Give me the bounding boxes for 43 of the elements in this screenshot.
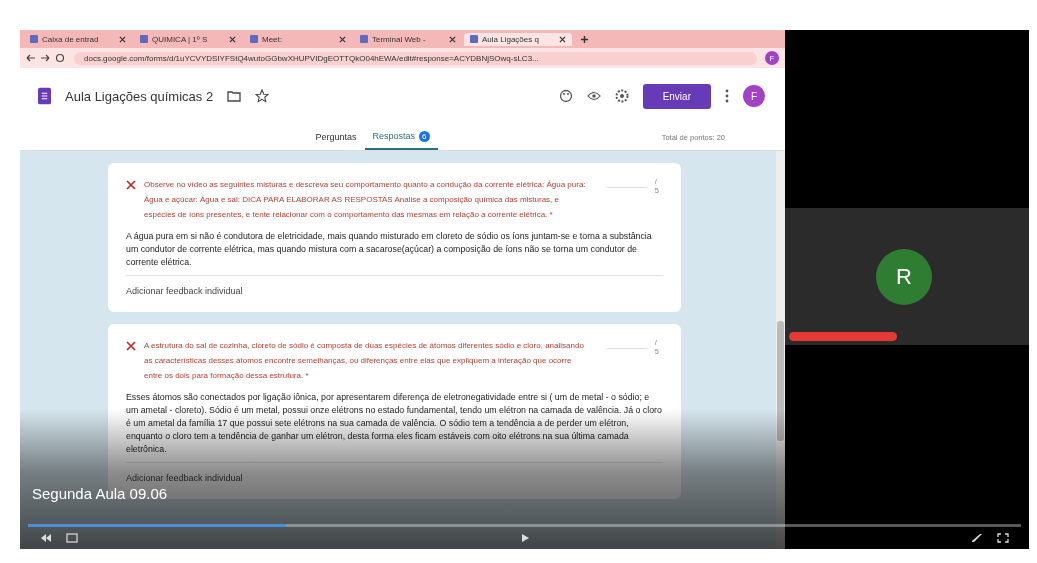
close-icon[interactable] xyxy=(229,35,236,43)
user-avatar[interactable]: F xyxy=(743,85,765,107)
folder-icon[interactable] xyxy=(227,89,242,103)
favicon-icon xyxy=(360,35,368,43)
video-title: Segunda Aula 09.06 xyxy=(31,485,168,504)
question-text: A estrutura do sal de cozinha, cloreto de sódio é composta de duas espécies de átomos diferentes sódio e cloro, analisando as características desses átomos encontre semelhanças, ou diferenças entre elas que expliquem a interação que ocorre entre os dois para formação dessa estrutura. * xyxy=(144,340,585,382)
star-icon[interactable] xyxy=(255,89,270,103)
favicon-icon xyxy=(470,35,478,43)
browser-tab[interactable]: Caixa de entrad xyxy=(24,32,132,46)
navigation-icons[interactable] xyxy=(26,53,66,63)
browser-tab[interactable]: Meet: xyxy=(244,32,352,46)
address-bar[interactable]: docs.google.com/forms/d/1uYCVYDSIYFStQ4wutoGGbwXHUPVIDgEOTTQkO04hEWA/edit#response=ACYDBNjSOwq-sLC3... xyxy=(74,51,757,65)
profile-avatar[interactable]: F xyxy=(765,51,779,65)
send-button[interactable]: Enviar xyxy=(642,83,711,109)
progress-track[interactable] xyxy=(28,524,1021,527)
participant-avatar: R xyxy=(876,248,932,305)
settings-icon[interactable] xyxy=(614,89,629,103)
answer-text: A água pura em si não é condutora de eletricidade, mais quando misturado em cloreto de sódio os íons juntam-se e torna a substância um condutor de corrente elétrica, mas quando mistura com a sacarose(açúcar) a composição de íons não se torna um condutor de corrente elétrica. xyxy=(126,230,663,276)
browser-tab[interactable]: Terminal Web - xyxy=(354,32,462,46)
favicon-icon xyxy=(250,35,258,43)
feedback-link[interactable]: Adicionar feedback individual xyxy=(126,286,663,300)
form-tab[interactable]: Perguntas xyxy=(307,124,365,150)
question-text: Observe no vídeo as seguintes misturas e descreva seu comportamento quanto a condução da corrente elétrica: Água pura: Água e açúcar: Água e sal: DICA PARA ELABORAR AS RESPOSTAS Analise a composição química das misturas, e espécies de íons presentes, e tente relacionar com o comportamento das mesmas em relação a corrente elétrica. * xyxy=(144,179,587,221)
close-icon[interactable] xyxy=(449,35,456,43)
eye-icon[interactable] xyxy=(586,89,601,103)
close-icon[interactable] xyxy=(559,35,566,43)
rewind-icon[interactable] xyxy=(40,533,52,543)
new-tab-icon[interactable] xyxy=(580,34,589,44)
close-icon[interactable] xyxy=(119,35,126,43)
edit-icon[interactable] xyxy=(971,533,983,543)
more-icon[interactable] xyxy=(725,89,729,103)
favicon-icon xyxy=(30,35,38,43)
browser-tab[interactable]: Aula Ligações q xyxy=(464,32,572,46)
forms-icon xyxy=(38,87,51,105)
form-title: Aula Ligações químicas 2 xyxy=(65,88,214,104)
fullscreen-icon[interactable] xyxy=(997,533,1009,543)
scrollbar-thumb[interactable] xyxy=(777,321,784,441)
answer-text: Esses átomos são conectados por ligação iônica, por apresentarem diferença de eletronegatividade entre si ( um de metal - o sódio; e um ametal - cloreto). Sódio é um metal, possui onze elétrons no estado fundamental, tendo um elétron na camada de valência. Já o cloro é um ametal da família 17 que possui sete elétrons na sua camada de valência. O sódio tem a tendência a de perder um elétron, enquanto o cloro tem a tendência de ganhar um elétron, desta forma eles ficam estáveis com oito elétrons na sua última camada eletrônica. xyxy=(126,391,663,463)
browser-tab[interactable]: QUIMICA | 1º S xyxy=(134,32,242,46)
captions-icon[interactable] xyxy=(66,533,78,543)
feedback-link[interactable]: Adicionar feedback individual xyxy=(126,473,663,487)
favicon-icon xyxy=(140,35,148,43)
close-icon[interactable] xyxy=(339,35,346,43)
